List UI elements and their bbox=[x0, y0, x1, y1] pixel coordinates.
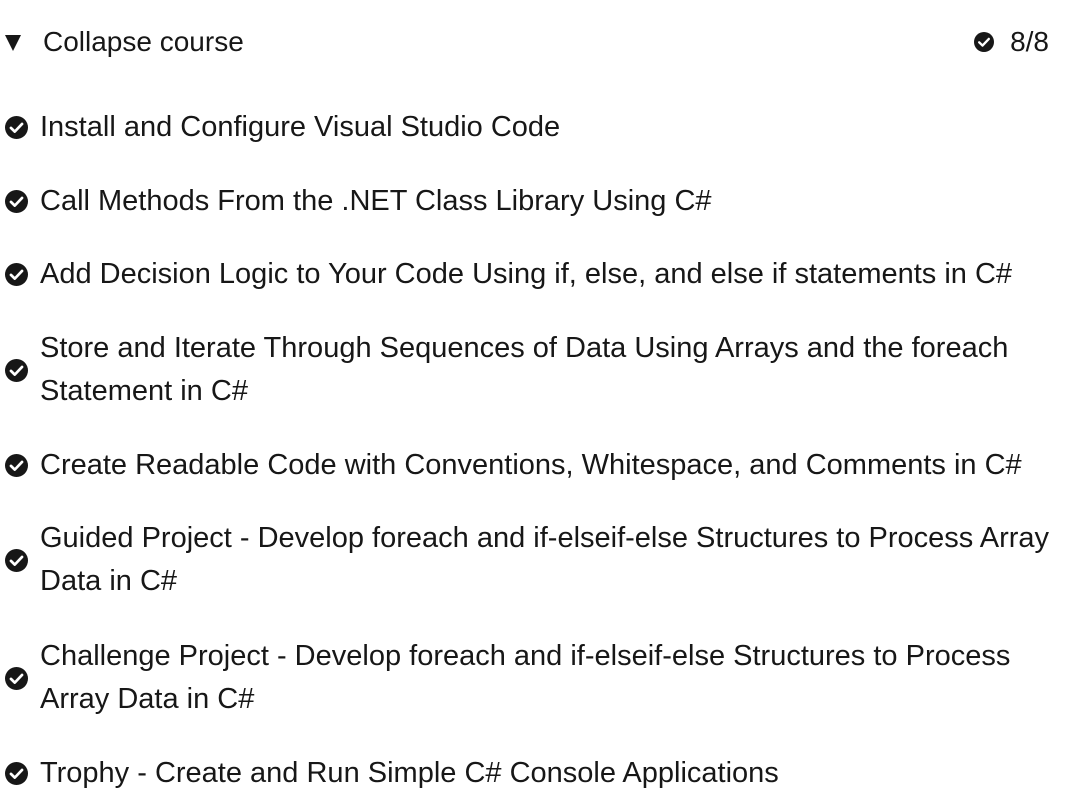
check-circle-icon bbox=[5, 190, 28, 213]
module-title: Add Decision Logic to Your Code Using if… bbox=[40, 258, 1013, 290]
module-item[interactable]: Challenge Project - Develop foreach and … bbox=[5, 635, 1081, 721]
module-title: Call Methods From the .NET Class Library… bbox=[40, 185, 712, 217]
check-circle-icon bbox=[5, 358, 28, 382]
module-item[interactable]: Create Readable Code with Conventions, W… bbox=[5, 444, 1081, 487]
check-circle-icon bbox=[5, 548, 28, 572]
check-circle-icon bbox=[5, 762, 28, 785]
check-circle-icon bbox=[974, 32, 995, 52]
course-header: Collapse course 8/8 bbox=[0, 0, 1084, 82]
course-progress: 8/8 bbox=[974, 22, 1049, 62]
module-item[interactable]: Install and Configure Visual Studio Code bbox=[5, 106, 1081, 149]
check-circle-icon bbox=[5, 454, 28, 477]
triangle-down-icon bbox=[5, 35, 21, 51]
module-item[interactable]: Store and Iterate Through Sequences of D… bbox=[5, 327, 1081, 413]
module-item[interactable]: Add Decision Logic to Your Code Using if… bbox=[5, 253, 1081, 296]
module-item[interactable]: Guided Project - Develop foreach and if-… bbox=[5, 517, 1081, 603]
module-title: Store and Iterate Through Sequences of D… bbox=[40, 332, 1009, 407]
module-title: Guided Project - Develop foreach and if-… bbox=[40, 522, 1050, 597]
module-title: Challenge Project - Develop foreach and … bbox=[40, 640, 1011, 715]
collapse-course-label: Collapse course bbox=[43, 26, 244, 57]
module-title: Install and Configure Visual Studio Code bbox=[40, 111, 561, 143]
module-title: Trophy - Create and Run Simple C# Consol… bbox=[40, 757, 779, 789]
check-circle-icon bbox=[5, 263, 28, 286]
collapse-course-button[interactable]: Collapse course bbox=[5, 22, 244, 62]
check-circle-icon bbox=[5, 666, 28, 690]
check-circle-icon bbox=[5, 116, 28, 139]
module-title: Create Readable Code with Conventions, W… bbox=[40, 449, 1022, 481]
module-item[interactable]: Trophy - Create and Run Simple C# Consol… bbox=[5, 752, 1081, 795]
progress-count: 8/8 bbox=[1010, 26, 1049, 57]
module-item[interactable]: Call Methods From the .NET Class Library… bbox=[5, 180, 1081, 223]
